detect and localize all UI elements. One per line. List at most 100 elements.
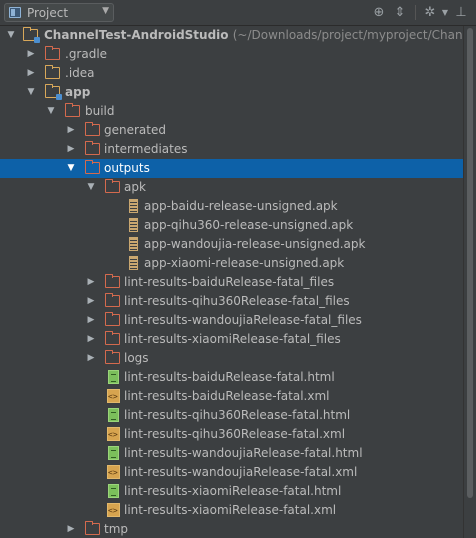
tree-label: intermediates <box>104 142 188 156</box>
collapsed-arrow-icon[interactable]: ▶ <box>66 520 76 538</box>
excluded-folder-icon <box>105 350 120 364</box>
tree-label: app-wandoujia-release-unsigned.apk <box>144 237 366 251</box>
xml-file-icon <box>107 425 120 444</box>
tree-row[interactable]: lint-results-xiaomiRelease-fatal.xml <box>0 501 463 520</box>
html-file-icon <box>108 484 119 498</box>
expanded-arrow-icon[interactable]: ▼ <box>66 159 76 178</box>
project-view-label: Project <box>27 6 69 20</box>
tree-row[interactable]: ▶ logs <box>0 349 463 368</box>
tree-label: apk <box>124 180 146 194</box>
tree-row[interactable]: app-baidu-release-unsigned.apk <box>0 197 463 216</box>
collapsed-arrow-icon[interactable]: ▶ <box>66 140 76 159</box>
excluded-folder-icon <box>85 122 100 136</box>
tree-label: ChannelTest-AndroidStudio (~/Downloads/p… <box>44 28 463 42</box>
tree-row[interactable]: lint-results-xiaomiRelease-fatal.html <box>0 482 463 501</box>
apk-file-icon <box>129 256 138 270</box>
tree-label: lint-results-xiaomiRelease-fatal.html <box>124 484 342 498</box>
excluded-folder-icon <box>105 331 120 345</box>
excluded-folder-icon <box>85 160 100 174</box>
tree-row[interactable]: ▶ generated <box>0 121 463 140</box>
tree-label: generated <box>104 123 166 137</box>
project-view-selector[interactable]: Project ▼ <box>4 3 114 22</box>
tree-label: app-baidu-release-unsigned.apk <box>144 199 338 213</box>
tree-row[interactable]: ▶ lint-results-qihu360Release-fatal_file… <box>0 292 463 311</box>
tree-row[interactable]: app-xiaomi-release-unsigned.apk <box>0 254 463 273</box>
collapsed-arrow-icon[interactable]: ▶ <box>86 292 96 311</box>
tree-label: app <box>65 85 91 99</box>
tree-label: app-qihu360-release-unsigned.apk <box>144 218 354 232</box>
collapsed-arrow-icon[interactable]: ▶ <box>86 311 96 330</box>
tree-label: lint-results-wandoujiaRelease-fatal.xml <box>124 465 358 479</box>
apk-file-icon <box>129 237 138 251</box>
tree-row[interactable]: ▼ app <box>0 83 463 102</box>
collapsed-arrow-icon[interactable]: ▶ <box>86 330 96 349</box>
tree-label: outputs <box>104 161 150 175</box>
apk-file-icon <box>129 199 138 213</box>
excluded-folder-icon <box>85 521 100 535</box>
expanded-arrow-icon[interactable]: ▼ <box>46 102 56 121</box>
tree-row[interactable]: lint-results-baiduRelease-fatal.xml <box>0 387 463 406</box>
xml-file-icon <box>107 501 120 520</box>
tree-row[interactable]: lint-results-wandoujiaRelease-fatal.xml <box>0 463 463 482</box>
tree-label: logs <box>124 351 149 365</box>
scroll-from-source-icon[interactable]: ⊕ <box>370 4 388 22</box>
tree-row-project-root[interactable]: ▼ ChannelTest-AndroidStudio (~/Downloads… <box>0 26 463 45</box>
vertical-scrollbar[interactable] <box>463 26 476 538</box>
tree-row[interactable]: lint-results-wandoujiaRelease-fatal.html <box>0 444 463 463</box>
tree-row[interactable]: lint-results-qihu360Release-fatal.html <box>0 406 463 425</box>
tree-label: lint-results-xiaomiRelease-fatal.xml <box>124 503 337 517</box>
excluded-folder-icon <box>65 103 80 117</box>
tree-row[interactable]: lint-results-baiduRelease-fatal.html <box>0 368 463 387</box>
project-toolbar: Project ▼ ⊕ ⇕ ✲ ▼ ⊥ <box>0 0 476 26</box>
tree-row[interactable]: ▼ apk <box>0 178 463 197</box>
excluded-folder-icon <box>45 46 60 60</box>
folder-icon <box>45 65 60 79</box>
project-tree[interactable]: ▼ ChannelTest-AndroidStudio (~/Downloads… <box>0 26 463 538</box>
collapsed-arrow-icon[interactable]: ▶ <box>66 121 76 140</box>
tree-row[interactable]: lint-results-qihu360Release-fatal.xml <box>0 425 463 444</box>
scrollbar-thumb[interactable] <box>467 28 473 498</box>
tree-label: lint-results-xiaomiRelease-fatal_files <box>124 332 341 346</box>
tree-label: .gradle <box>65 47 108 61</box>
excluded-folder-icon <box>105 293 120 307</box>
xml-file-icon <box>107 387 120 406</box>
collapsed-arrow-icon[interactable]: ▶ <box>86 349 96 368</box>
tree-label: lint-results-qihu360Release-fatal.html <box>124 408 351 422</box>
expanded-arrow-icon[interactable]: ▼ <box>6 26 16 45</box>
tree-row[interactable]: ▶ .gradle <box>0 45 463 64</box>
tree-label: .idea <box>65 66 95 80</box>
tree-label: lint-results-wandoujiaRelease-fatal_file… <box>124 313 362 327</box>
expanded-arrow-icon[interactable]: ▼ <box>86 178 96 197</box>
apk-file-icon <box>129 218 138 232</box>
hide-panel-icon[interactable]: ⊥ <box>452 4 470 22</box>
tree-row[interactable]: app-qihu360-release-unsigned.apk <box>0 216 463 235</box>
html-file-icon <box>108 370 119 384</box>
dropdown-arrow-icon: ▼ <box>102 6 109 16</box>
tree-row[interactable]: ▶ lint-results-wandoujiaRelease-fatal_fi… <box>0 311 463 330</box>
project-pane-icon <box>9 7 21 18</box>
tree-row-selected[interactable]: ▼ outputs <box>0 159 463 178</box>
tree-label: lint-results-baiduRelease-fatal.html <box>124 370 335 384</box>
tree-label: lint-results-baiduRelease-fatal_files <box>124 275 335 289</box>
collapsed-arrow-icon[interactable]: ▶ <box>26 45 36 64</box>
module-folder-icon <box>23 27 40 43</box>
tree-row[interactable]: ▶ .idea <box>0 64 463 83</box>
excluded-folder-icon <box>105 179 120 193</box>
tree-row[interactable]: app-wandoujia-release-unsigned.apk <box>0 235 463 254</box>
tree-label: build <box>85 104 115 118</box>
tree-row[interactable]: ▶ lint-results-xiaomiRelease-fatal_files <box>0 330 463 349</box>
collapsed-arrow-icon[interactable]: ▶ <box>86 273 96 292</box>
tree-row[interactable]: ▶ tmp <box>0 520 463 538</box>
tree-row[interactable]: ▶ lint-results-baiduRelease-fatal_files <box>0 273 463 292</box>
tree-label: lint-results-baiduRelease-fatal.xml <box>124 389 330 403</box>
expanded-arrow-icon[interactable]: ▼ <box>26 83 36 102</box>
tree-row[interactable]: ▼ build <box>0 102 463 121</box>
module-folder-icon <box>45 84 62 100</box>
collapse-all-icon[interactable]: ⇕ <box>391 4 409 22</box>
collapsed-arrow-icon[interactable]: ▶ <box>26 64 36 83</box>
html-file-icon <box>108 408 119 422</box>
xml-file-icon <box>107 463 120 482</box>
tree-label: lint-results-qihu360Release-fatal.xml <box>124 427 346 441</box>
tree-row[interactable]: ▶ intermediates <box>0 140 463 159</box>
tree-label: lint-results-qihu360Release-fatal_files <box>124 294 350 308</box>
